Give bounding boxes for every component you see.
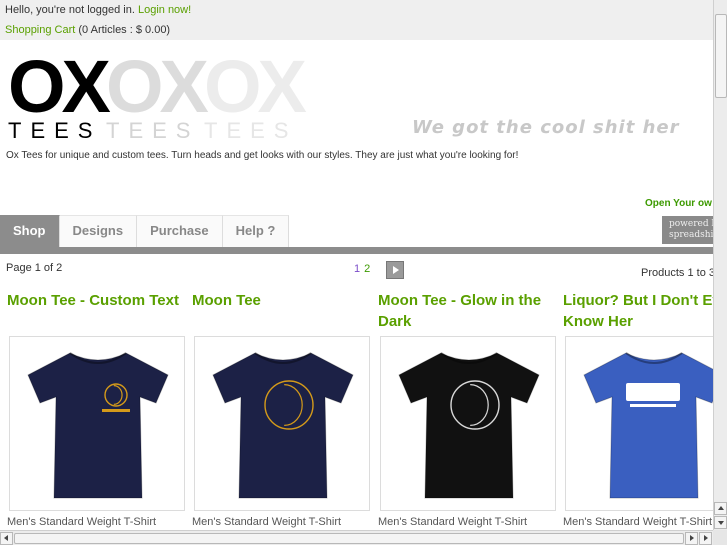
product-type: Men's Standard Weight T-Shirt bbox=[378, 516, 528, 528]
page-2-link[interactable]: 2 bbox=[364, 263, 370, 275]
powered-by-text: powered by bbox=[669, 219, 713, 229]
product-type: Men's Standard Weight T-Shirt bbox=[192, 516, 342, 528]
cart-summary: (0 Articles : $ 0.00) bbox=[78, 24, 171, 36]
login-status: Hello, you're not logged in. Login now! bbox=[5, 4, 191, 16]
tshirt-body-icon bbox=[212, 352, 354, 499]
product-card[interactable]: Moon Tee - Custom Text Men's Standard We… bbox=[7, 290, 187, 528]
page-1-link[interactable]: 1 bbox=[354, 263, 360, 275]
liquor-print-icon bbox=[626, 383, 680, 401]
tshirt-body-icon bbox=[27, 352, 169, 499]
tab-designs[interactable]: Designs bbox=[59, 215, 138, 247]
product-title[interactable]: Liquor? But I Don't Even Know Her bbox=[563, 290, 713, 334]
cart-status: Shopping Cart (0 Articles : $ 0.00) bbox=[5, 24, 170, 36]
custom-text-print-icon bbox=[102, 409, 130, 412]
tshirt-image bbox=[27, 352, 169, 499]
powered-by-brand: spreadshi bbox=[669, 230, 713, 240]
vertical-scrollbar[interactable] bbox=[713, 0, 727, 530]
greeting-text: Hello, you're not logged in. bbox=[5, 4, 135, 16]
product-image[interactable] bbox=[565, 336, 713, 511]
shopping-cart-link[interactable]: Shopping Cart bbox=[5, 24, 75, 36]
product-card[interactable]: Moon Tee Men's Standard Weight T-Shirt bbox=[192, 290, 372, 528]
logo-tees-3: TEES bbox=[204, 118, 298, 143]
product-card[interactable]: Liquor? But I Don't Even Know Her Men's … bbox=[563, 290, 713, 528]
logo-ox-1: OX bbox=[8, 45, 111, 128]
tshirt-image bbox=[398, 352, 540, 499]
product-image[interactable] bbox=[380, 336, 556, 511]
slogan: We got the cool shit her bbox=[412, 117, 680, 138]
shop-description: Ox Tees for unique and custom tees. Turn… bbox=[6, 150, 519, 161]
product-title[interactable]: Moon Tee - Custom Text bbox=[7, 290, 187, 334]
horizontal-scrollbar[interactable] bbox=[0, 530, 713, 545]
horizontal-scroll-thumb[interactable] bbox=[14, 533, 684, 544]
page-info: Page 1 of 2 bbox=[6, 262, 63, 274]
scroll-down-arrow-icon[interactable] bbox=[714, 516, 727, 529]
vertical-scroll-thumb[interactable] bbox=[715, 14, 727, 98]
open-shop-link[interactable]: Open Your ow bbox=[645, 198, 712, 209]
tab-help[interactable]: Help ? bbox=[222, 215, 290, 247]
tshirt-body-icon bbox=[583, 352, 713, 499]
product-card[interactable]: Moon Tee - Glow in the Dark Men's Standa… bbox=[378, 290, 558, 528]
page: Hello, you're not logged in. Login now! … bbox=[0, 0, 713, 530]
scroll-up-arrow-icon[interactable] bbox=[714, 502, 727, 515]
product-title[interactable]: Moon Tee bbox=[192, 290, 372, 334]
logo-tees-2: TEES bbox=[106, 118, 200, 143]
main-nav-tabs: Shop Designs Purchase Help ? bbox=[0, 215, 290, 247]
scroll-corner bbox=[713, 530, 727, 545]
tshirt-body-icon bbox=[398, 352, 540, 499]
powered-by-badge[interactable]: powered by spreadshi bbox=[662, 216, 713, 244]
product-title[interactable]: Moon Tee - Glow in the Dark bbox=[378, 290, 558, 334]
logo-ox-2: OX bbox=[106, 45, 209, 128]
scroll-right-arrow-icon[interactable] bbox=[699, 532, 712, 545]
tshirt-image bbox=[583, 352, 713, 499]
next-page-icon[interactable] bbox=[386, 261, 404, 279]
tshirt-image bbox=[212, 352, 354, 499]
product-type: Men's Standard Weight T-Shirt bbox=[563, 516, 713, 528]
product-type: Men's Standard Weight T-Shirt bbox=[7, 516, 157, 528]
shop-logo[interactable]: OX OX OX TEES TEES TEES bbox=[8, 48, 308, 144]
tab-shop[interactable]: Shop bbox=[0, 215, 60, 247]
login-bar: Hello, you're not logged in. Login now! … bbox=[0, 0, 713, 40]
pagination: 12 bbox=[354, 263, 370, 275]
login-link[interactable]: Login now! bbox=[138, 4, 191, 16]
scroll-left-arrow-icon[interactable] bbox=[0, 532, 13, 545]
scroll-right-arrow-icon[interactable] bbox=[685, 532, 698, 545]
product-image[interactable] bbox=[194, 336, 370, 511]
logo-ox-3: OX bbox=[204, 45, 307, 128]
product-count: Products 1 to 3 bbox=[641, 267, 713, 279]
logo-tees-1: TEES bbox=[8, 118, 102, 143]
nav-divider bbox=[0, 247, 713, 254]
tab-purchase[interactable]: Purchase bbox=[137, 215, 223, 247]
product-image[interactable] bbox=[9, 336, 185, 511]
